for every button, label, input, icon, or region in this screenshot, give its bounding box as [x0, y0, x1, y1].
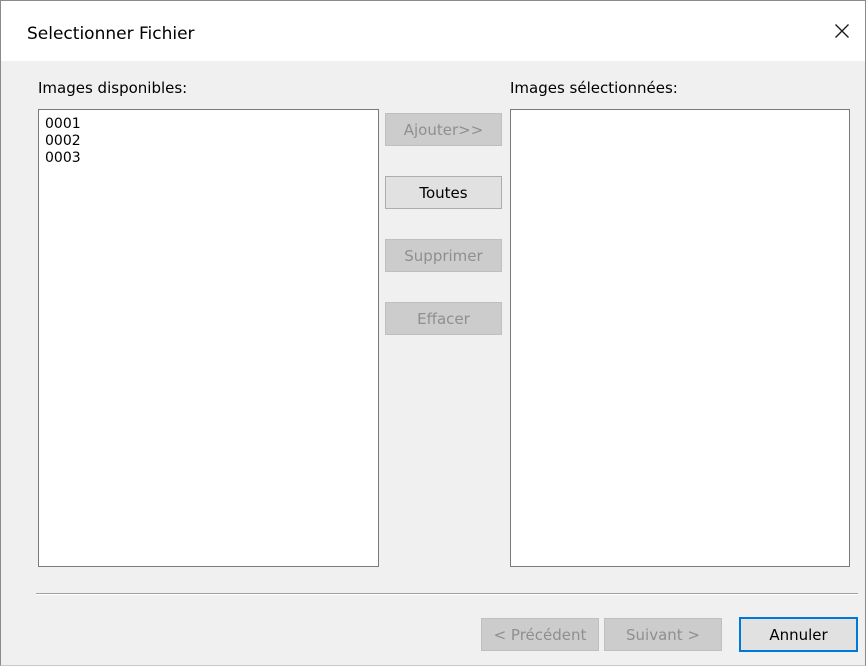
- available-images-label: Images disponibles:: [38, 79, 188, 97]
- add-button[interactable]: Ajouter>>: [385, 113, 502, 146]
- close-button[interactable]: [819, 1, 865, 61]
- next-button[interactable]: Suivant >: [604, 618, 722, 651]
- cancel-button[interactable]: Annuler: [739, 617, 858, 652]
- footer-separator: [36, 593, 858, 595]
- clear-button[interactable]: Effacer: [385, 302, 502, 335]
- available-images-list[interactable]: 0001 0002 0003: [38, 109, 379, 567]
- window-title: Selectionner Fichier: [27, 24, 195, 44]
- previous-button[interactable]: < Précédent: [481, 618, 599, 651]
- close-icon: [835, 24, 849, 38]
- list-item[interactable]: 0002: [39, 133, 378, 150]
- list-item[interactable]: 0003: [39, 150, 378, 167]
- remove-button[interactable]: Supprimer: [385, 239, 502, 272]
- selected-images-list[interactable]: [510, 109, 850, 567]
- list-item[interactable]: 0001: [39, 116, 378, 133]
- select-all-button[interactable]: Toutes: [385, 176, 502, 209]
- selected-images-label: Images sélectionnées:: [510, 79, 678, 97]
- dialog-window: Selectionner Fichier Images disponibles:…: [0, 0, 866, 666]
- title-bar: Selectionner Fichier: [1, 1, 865, 61]
